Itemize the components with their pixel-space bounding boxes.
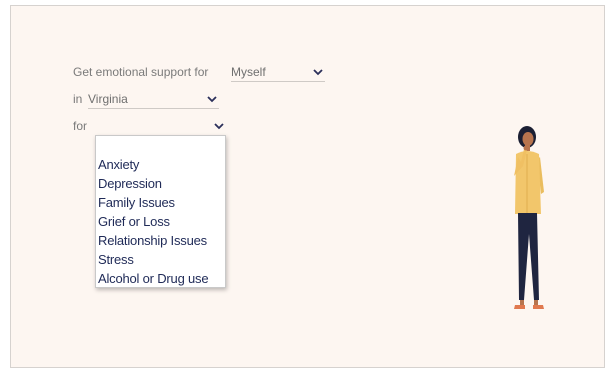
chevron-down-icon [311,66,325,78]
for-label: for [73,119,87,133]
topic-option-depression[interactable]: Depression [96,174,225,193]
support-for-row: Get emotional support for [73,65,208,79]
chevron-down-icon [205,93,219,105]
topic-option-relationship-issues[interactable]: Relationship Issues [96,231,225,250]
page-panel: Get emotional support for Myself in Virg… [10,5,605,368]
state-row: in [73,92,82,106]
in-label: in [73,92,82,106]
topic-option-anxiety[interactable]: Anxiety [96,155,225,174]
topic-option-list: Anxiety Depression Family Issues Grief o… [96,155,225,288]
state-select[interactable]: Virginia [88,92,219,109]
for-whom-value: Myself [231,65,266,79]
state-value: Virginia [88,92,128,106]
topic-option-family-issues[interactable]: Family Issues [96,193,225,212]
topic-select[interactable] [95,119,226,136]
for-whom-select[interactable]: Myself [231,65,325,82]
topic-option-stress[interactable]: Stress [96,250,225,269]
chevron-down-icon [212,120,226,132]
topic-dropdown: Anxiety Depression Family Issues Grief o… [95,135,226,288]
woman-illustration [499,124,555,314]
topic-option-alcohol-or-drug-use[interactable]: Alcohol or Drug use [96,269,225,288]
support-prefix-label: Get emotional support for [73,65,208,79]
topic-option-grief-or-loss[interactable]: Grief or Loss [96,212,225,231]
topic-row: for [73,119,87,133]
